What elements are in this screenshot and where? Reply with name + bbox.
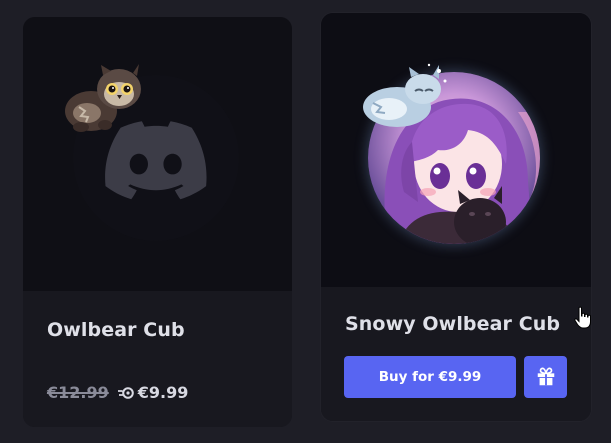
owlbear-cub-sticker — [65, 64, 141, 132]
hand-pointer-icon — [574, 306, 591, 329]
gift-icon — [537, 367, 554, 386]
product-info: Snowy Owlbear Cub Buy for €9.99 — [321, 287, 591, 421]
product-info: Owlbear Cub €12.99 €9.99 — [23, 291, 292, 427]
product-preview — [23, 17, 292, 291]
product-title: Owlbear Cub — [47, 319, 185, 341]
product-card-snowy-owlbear-cub[interactable]: Snowy Owlbear Cub Buy for €9.99 — [321, 13, 591, 421]
product-title: Snowy Owlbear Cub — [345, 313, 561, 335]
product-card-owlbear-cub[interactable]: Owlbear Cub €12.99 €9.99 — [23, 17, 292, 427]
original-price: €12.99 — [47, 383, 109, 402]
price-row: €12.99 €9.99 — [47, 383, 188, 402]
nitro-price: €9.99 — [137, 383, 189, 402]
buy-button[interactable]: Buy for €9.99 — [344, 356, 516, 398]
nitro-icon — [117, 386, 134, 399]
product-preview — [321, 13, 591, 287]
shop-grid: Owlbear Cub €12.99 €9.99 Snowy Owlbear C… — [0, 0, 611, 443]
snowy-owlbear-cub-sticker — [363, 63, 447, 127]
gift-button[interactable] — [524, 356, 567, 398]
